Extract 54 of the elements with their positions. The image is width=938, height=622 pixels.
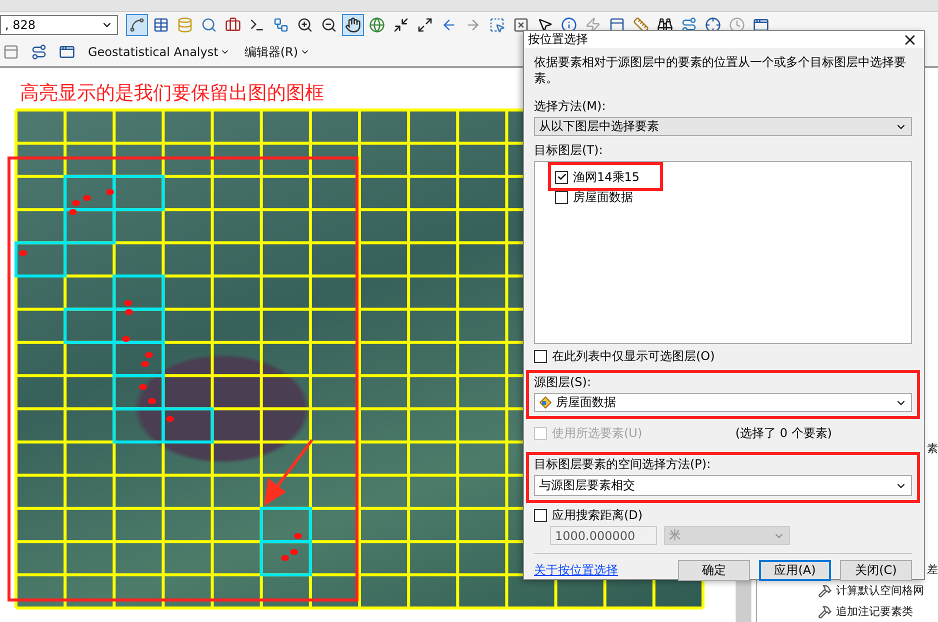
house-marker [166, 416, 174, 422]
field-label: 目标图层要素的空间选择方法(P): [534, 456, 712, 473]
house-marker [19, 250, 27, 256]
highlighted-cell [14, 241, 67, 278]
house-marker [83, 195, 91, 201]
check-icon [556, 172, 566, 182]
house-marker [124, 300, 132, 306]
edit-vertices-icon[interactable] [126, 14, 148, 36]
house-marker [141, 361, 149, 367]
house-marker [72, 200, 80, 206]
tool-label[interactable]: 计算默认空间格网 [836, 583, 924, 598]
layer-icon [539, 396, 552, 409]
help-link[interactable]: 关于按位置选择 [534, 562, 618, 579]
house-marker [122, 336, 130, 342]
spatial-method-dropdown[interactable]: 与源图层要素相交 [534, 475, 912, 496]
house-marker [69, 209, 77, 215]
method-dropdown[interactable]: 从以下图层中选择要素 [534, 117, 912, 136]
field-label: 源图层(S): [534, 374, 592, 391]
house-marker [294, 533, 302, 539]
tool-label[interactable]: 追加注记要素类 [836, 604, 913, 619]
annotation-text: 高亮显示的是我们要保留出图的图框 [20, 81, 324, 106]
dialog-button[interactable]: 确定 [678, 560, 750, 581]
house-marker [125, 309, 133, 315]
hand-icon[interactable] [342, 14, 364, 36]
checkbox[interactable]: 房屋面数据 [555, 189, 633, 205]
dialog-button[interactable]: 关闭(C) [840, 560, 912, 581]
annotation-arrow [264, 439, 314, 506]
hammer-icon [818, 604, 832, 618]
field-label: 选择方法(M): [534, 98, 607, 115]
house-marker [145, 352, 153, 358]
highlighted-cell [112, 308, 165, 344]
house-marker [139, 384, 147, 390]
hammer-icon [818, 584, 832, 598]
highlighted-cell [260, 540, 312, 576]
scale-field[interactable]: , 828 [0, 15, 118, 35]
checkbox[interactable]: 在此列表中仅显示可选图层(O) [534, 348, 715, 364]
highlighted-cell [162, 407, 214, 444]
tool-label[interactable]: 素 [927, 441, 938, 456]
tool-label[interactable]: 差 [927, 562, 938, 577]
selection-count: (选择了 0 个要素) [735, 425, 832, 442]
house-marker [148, 398, 156, 404]
source-dropdown[interactable]: 房屋面数据 [534, 393, 912, 412]
dialog-title: 按位置选择 [528, 31, 588, 48]
dialog-button[interactable]: 应用(A) [759, 560, 831, 581]
highlighted-cell [64, 208, 116, 244]
checkbox[interactable]: 渔网14乘15 [555, 169, 640, 185]
checkbox[interactable]: 应用搜索距离(D) [534, 507, 643, 523]
toolbar-menu[interactable]: 编辑器(R) [240, 42, 314, 62]
house-marker [106, 189, 114, 195]
field-label: 目标图层(T): [534, 142, 604, 159]
highlighted-cell [112, 174, 165, 212]
toolbar-menu[interactable]: Geostatistical Analyst [84, 43, 234, 61]
highlighted-cell [112, 374, 165, 410]
description-text: 依据要素相对于源图层中的要素的位置从一个或多个目标图层中选择要素。 [534, 54, 907, 86]
